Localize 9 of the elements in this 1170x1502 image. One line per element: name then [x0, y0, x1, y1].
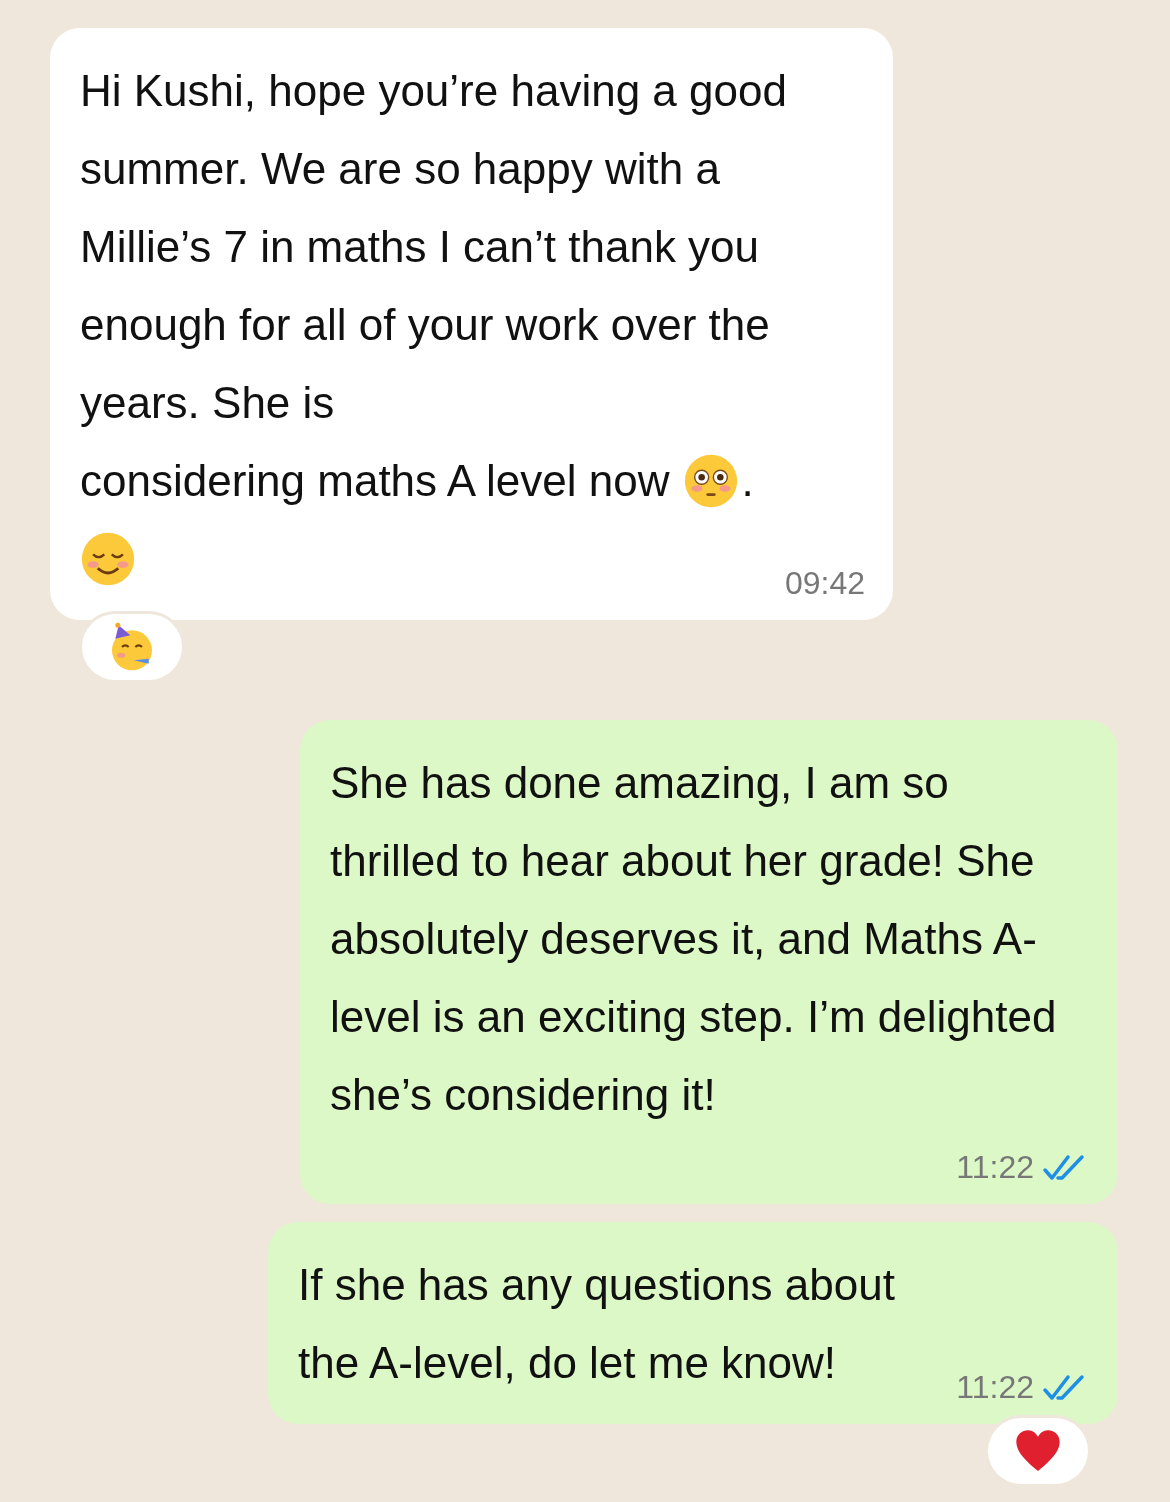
message-time: 11:22 — [956, 1369, 1034, 1406]
message-time: 11:22 — [956, 1149, 1034, 1186]
message-text: She has done amazing, I am so thrilled to hear about her grade! She absolutely deserves it, and Maths A-level is an exciting step. I’m delighted she’s considering it! — [330, 757, 1058, 1121]
message-text: . — [741, 455, 754, 507]
smiling-face-icon — [80, 531, 136, 587]
flushed-face-icon — [683, 453, 740, 509]
message-text: If she has any questions about the A-level, do let me know! — [298, 1259, 896, 1389]
message-time: 09:42 — [784, 565, 865, 602]
message-text: considering maths A level now — [80, 455, 670, 507]
